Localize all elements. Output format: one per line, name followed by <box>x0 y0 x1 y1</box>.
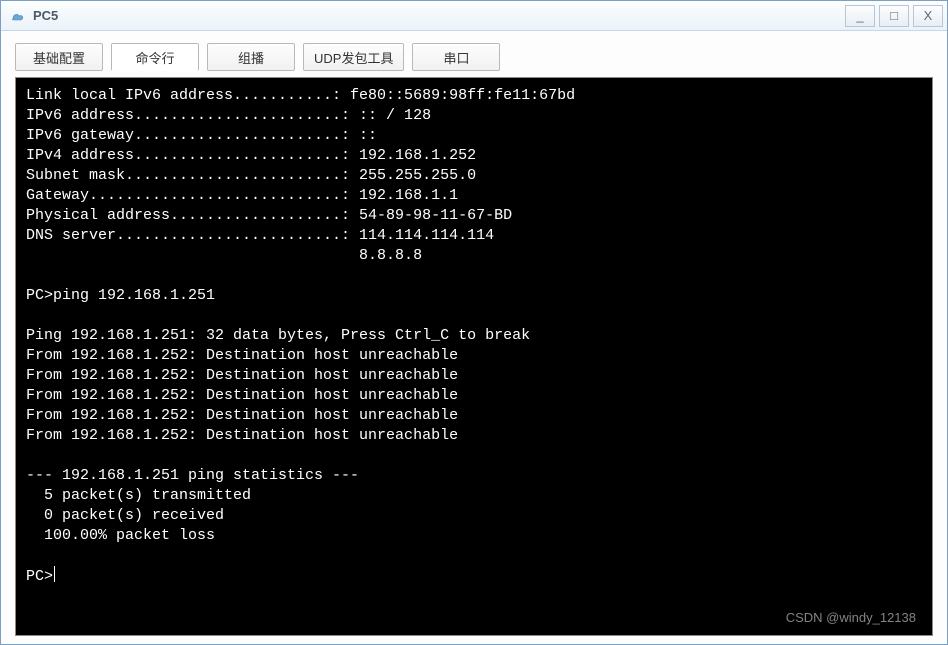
tab-cli[interactable]: 命令行 <box>111 43 199 71</box>
terminal-panel[interactable]: Link local IPv6 address...........: fe80… <box>15 77 933 636</box>
terminal-output[interactable]: Link local IPv6 address...........: fe80… <box>16 78 932 595</box>
minimize-button[interactable]: _ <box>845 5 875 27</box>
tab-multicast[interactable]: 组播 <box>207 43 295 71</box>
terminal-text: Link local IPv6 address...........: fe80… <box>26 87 575 585</box>
content-area: 基础配置 命令行 组播 UDP发包工具 串口 Link local IPv6 a… <box>1 31 947 644</box>
tab-basic-config[interactable]: 基础配置 <box>15 43 103 71</box>
window-title: PC5 <box>33 8 58 23</box>
maximize-button[interactable]: □ <box>879 5 909 27</box>
tab-udp-tool[interactable]: UDP发包工具 <box>303 43 404 71</box>
watermark: CSDN @windy_12138 <box>786 610 916 625</box>
app-icon <box>9 7 27 25</box>
tabbar: 基础配置 命令行 组播 UDP发包工具 串口 <box>15 43 933 71</box>
app-window: PC5 _ □ X 基础配置 命令行 组播 UDP发包工具 串口 Link lo… <box>0 0 948 645</box>
terminal-cursor <box>54 566 55 582</box>
close-button[interactable]: X <box>913 5 943 27</box>
tab-serial[interactable]: 串口 <box>412 43 500 71</box>
titlebar: PC5 _ □ X <box>1 1 947 31</box>
